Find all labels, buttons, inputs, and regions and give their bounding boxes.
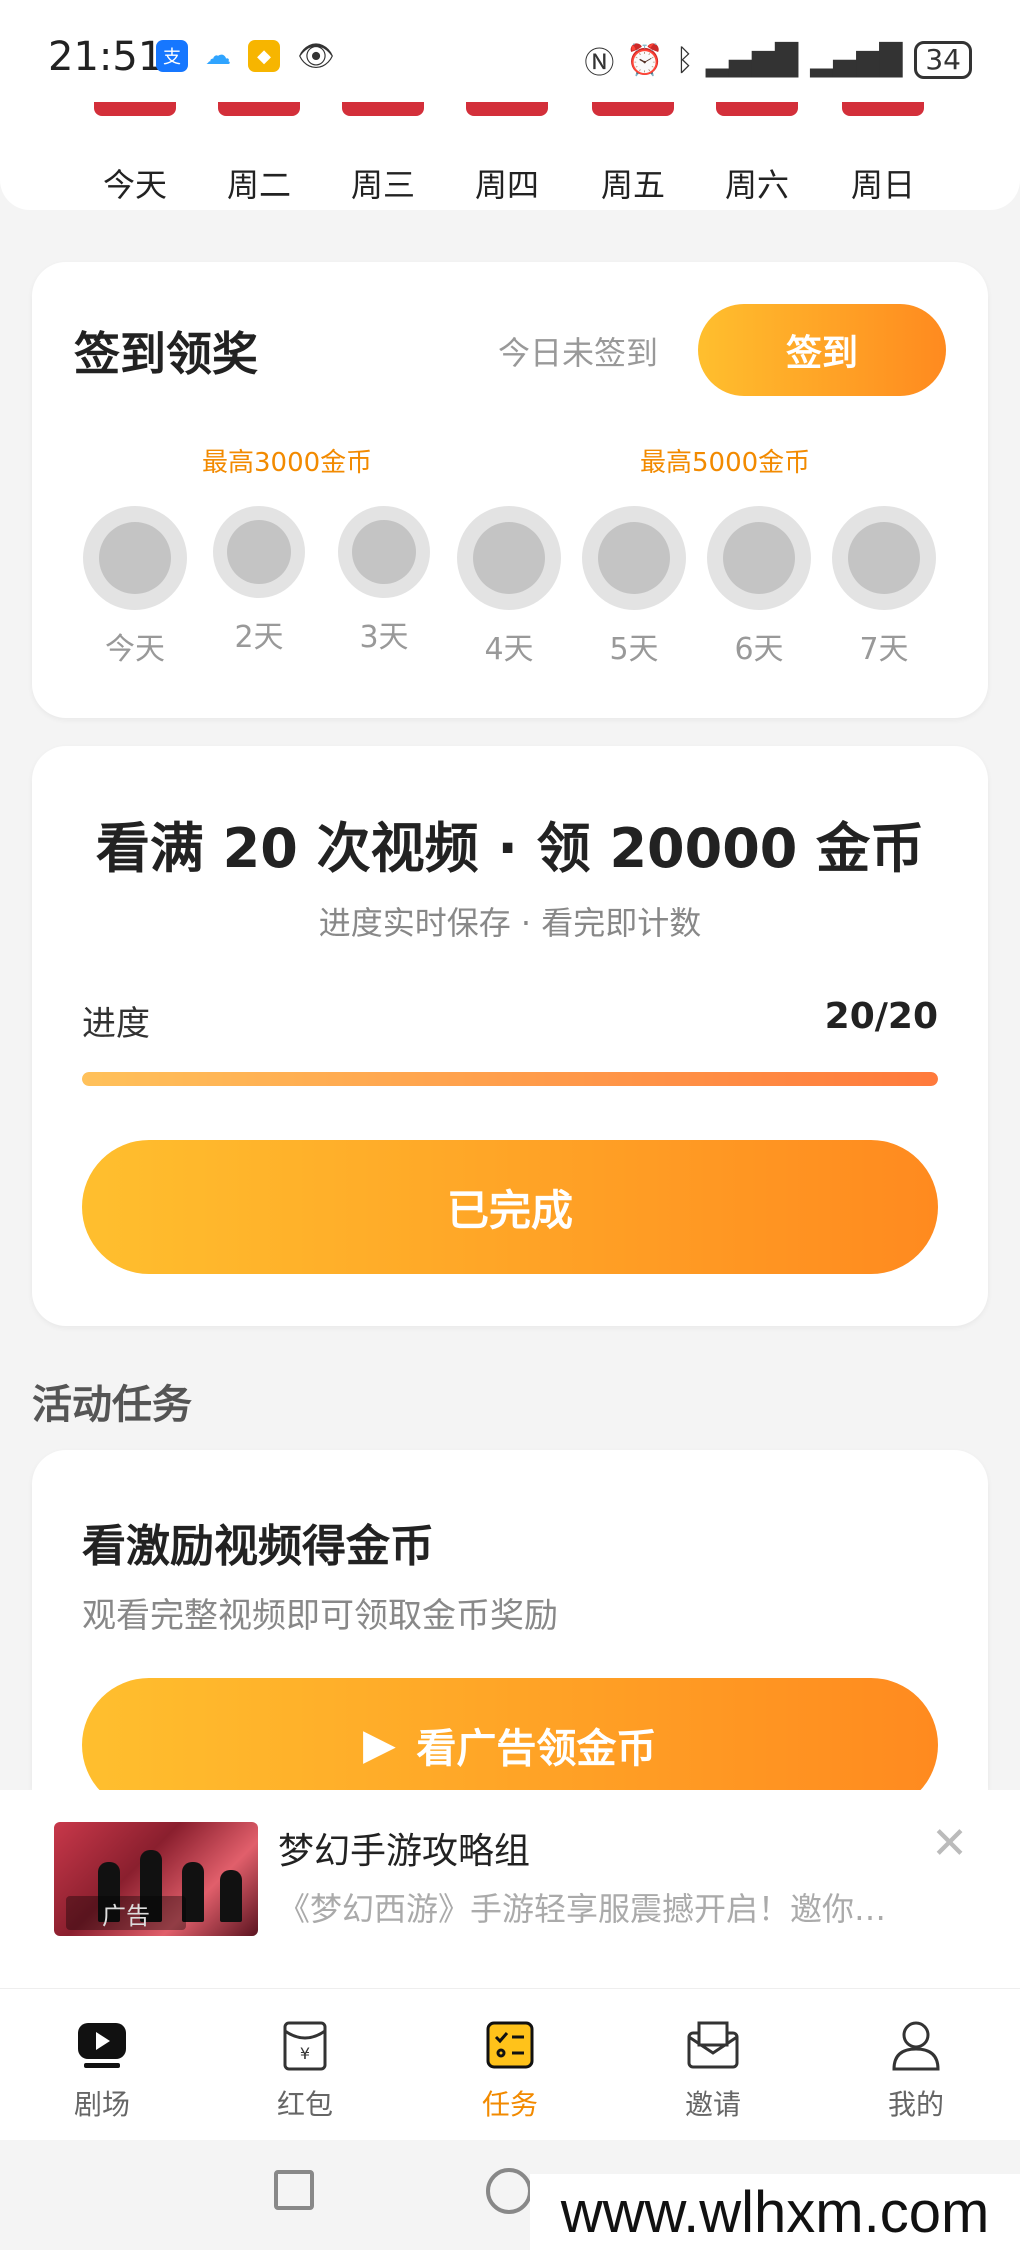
alarm-icon: ⏰ (626, 42, 664, 78)
recents-icon[interactable] (274, 2170, 314, 2210)
signin-card: 签到领奖 今日未签到 签到 最高3000金币 最高5000金币 今天 2天 3天… (32, 262, 988, 718)
task-card: 看激励视频得金币 观看完整视频即可领取金币奖励 ▶ 看广告领金币 (32, 1450, 988, 1812)
progress-count: 20/20 (824, 996, 938, 1037)
week-day-1[interactable]: 周二 (214, 102, 304, 206)
ad-tag: 广告 (66, 1896, 186, 1930)
nav-item-theater[interactable]: 剧场 (32, 2017, 172, 2123)
ad-banner[interactable]: 广告 梦幻手游攻略组 《梦幻西游》手游轻享服震撼开启！邀你… ✕ (0, 1790, 1020, 1988)
red-packet-icon: ¥ (277, 2017, 333, 2073)
play-icon: ▶ (363, 1723, 395, 1767)
shield-icon: ◆ (248, 40, 280, 72)
week-day-3[interactable]: 周四 (462, 102, 552, 206)
cloud-icon: ☁ (202, 40, 234, 72)
max-reward-label-left: 最高3000金币 (202, 448, 373, 478)
coin-placeholder-icon (707, 506, 811, 610)
bottom-nav: 剧场 ¥ 红包 任务 邀请 我的 (0, 1988, 1020, 2140)
progress-bar (82, 1072, 938, 1086)
ad-thumbnail[interactable]: 广告 (54, 1822, 258, 1936)
video-reward-subtitle: 进度实时保存 · 看完即计数 (318, 904, 702, 942)
week-day-2[interactable]: 周三 (338, 102, 428, 206)
signin-title: 签到领奖 (74, 327, 258, 381)
signin-status: 今日未签到 (498, 334, 659, 372)
week-day-marker (218, 102, 300, 116)
progress-label: 进度 (82, 1004, 150, 1044)
week-strip: 今天 周二 周三 周四 周五 周六 周日 (0, 92, 1020, 210)
week-day-6[interactable]: 周日 (838, 102, 928, 206)
bluetooth-icon: ᛒ (675, 42, 694, 78)
signin-day-7: 7天 (829, 506, 939, 668)
coin-placeholder-icon (457, 506, 561, 610)
coin-placeholder-icon (582, 506, 686, 610)
signin-button[interactable]: 签到 (698, 304, 946, 396)
task-icon (482, 2017, 538, 2073)
section-title: 活动任务 (32, 1382, 192, 1428)
signin-day-1: 今天 (80, 506, 190, 668)
signal-icon-2: ▂▄▆█ (810, 42, 903, 78)
week-day-0[interactable]: 今天 (90, 102, 180, 206)
coin-placeholder-icon (83, 506, 187, 610)
video-reward-card: 看满 20 次视频 · 领 20000 金币 进度实时保存 · 看完即计数 进度… (32, 746, 988, 1326)
task-description: 观看完整视频即可领取金币奖励 (82, 1596, 558, 1636)
progress-fill (82, 1072, 938, 1086)
eye-icon: 👁 (294, 39, 338, 74)
week-day-marker (592, 102, 674, 116)
signin-day-6: 6天 (704, 506, 814, 668)
max-reward-label-right: 最高5000金币 (640, 448, 811, 478)
week-day-4[interactable]: 周五 (588, 102, 678, 206)
nav-item-profile[interactable]: 我的 (846, 2017, 986, 2123)
coin-placeholder-icon (213, 506, 305, 598)
week-day-marker (842, 102, 924, 116)
svg-text:¥: ¥ (300, 2044, 310, 2063)
signin-day-3: 3天 (329, 506, 439, 656)
battery-indicator: 34 (914, 41, 972, 79)
completed-button[interactable]: 已完成 (82, 1140, 938, 1274)
coin-placeholder-icon (832, 506, 936, 610)
alipay-icon: 支 (156, 40, 188, 72)
nfc-icon: Ⓝ (584, 46, 615, 81)
system-status: Ⓝ ⏰ ᛒ ▂▄▆█ ▂▄▆█ 34 (584, 38, 972, 82)
close-icon[interactable]: ✕ (931, 1818, 968, 1869)
week-day-marker (342, 102, 424, 116)
task-title: 看激励视频得金币 (82, 1521, 434, 1572)
signin-day-4: 4天 (454, 506, 564, 668)
profile-icon (888, 2017, 944, 2073)
home-icon[interactable] (486, 2168, 532, 2214)
video-reward-title: 看满 20 次视频 · 领 20000 金币 (95, 817, 925, 880)
notification-icons: 支 ☁ ◆ 👁 (156, 39, 338, 74)
theater-icon (74, 2017, 130, 2073)
nav-item-tasks[interactable]: 任务 (440, 2017, 580, 2123)
week-day-marker (716, 102, 798, 116)
signal-icon: ▂▄▆█ (705, 42, 799, 78)
watch-ad-label: 看广告领金币 (416, 1727, 657, 1771)
nav-item-red-packet[interactable]: ¥ 红包 (235, 2017, 375, 2123)
week-day-5[interactable]: 周六 (712, 102, 802, 206)
status-time: 21:51 (48, 34, 164, 80)
ad-description: 《梦幻西游》手游轻享服震撼开启！邀你… (278, 1890, 887, 1928)
watermark: www.wlhxm.com (530, 2174, 1020, 2250)
invite-icon (685, 2017, 741, 2073)
week-day-marker (466, 102, 548, 116)
nav-item-invite[interactable]: 邀请 (643, 2017, 783, 2123)
coin-placeholder-icon (338, 506, 430, 598)
signin-day-5: 5天 (579, 506, 689, 668)
signin-day-2: 2天 (204, 506, 314, 656)
ad-title[interactable]: 梦幻手游攻略组 (278, 1822, 530, 1874)
week-day-marker (94, 102, 176, 116)
